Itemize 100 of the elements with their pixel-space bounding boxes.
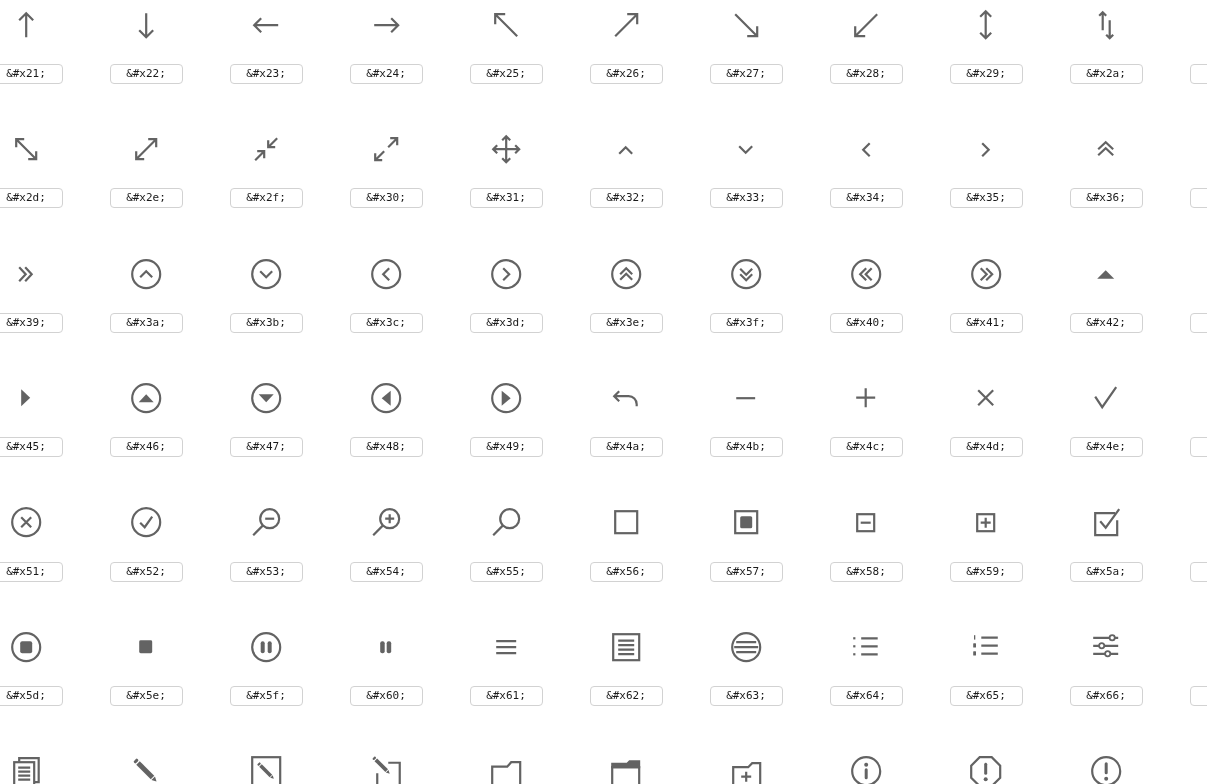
- folder-icon: [490, 761, 522, 784]
- circle-lines-icon: [730, 631, 762, 663]
- code-field[interactable]: &#x35;: [949, 188, 1023, 209]
- circle-triangle-down-icon: [250, 382, 282, 414]
- arrow-left-icon: [252, 16, 280, 34]
- code-field[interactable]: &#x55;: [469, 561, 543, 582]
- plus-icon: [855, 387, 877, 409]
- code-field[interactable]: &#x28;: [829, 64, 903, 84]
- code-field[interactable]: &#x3d;: [469, 312, 543, 333]
- code-field[interactable]: &#x4a;: [589, 437, 663, 458]
- square-minus-icon: [856, 512, 876, 533]
- code-field[interactable]: &#x5d;: [0, 685, 63, 706]
- pencil-box-icon: [370, 755, 401, 784]
- code-field[interactable]: &#x66;: [1069, 685, 1143, 706]
- code-field[interactable]: &#x5f;: [229, 685, 303, 706]
- code-field[interactable]: &#x21;: [0, 64, 63, 84]
- code-field[interactable]: &#x56;: [589, 561, 663, 582]
- code-field[interactable]: &#x29;: [949, 64, 1023, 84]
- pause-icon: [379, 639, 393, 655]
- code-field[interactable]: &#x3b;: [229, 312, 303, 333]
- code-field[interactable]: &#x53;: [229, 561, 303, 582]
- code-field[interactable]: &#x26;: [589, 64, 663, 84]
- code-field[interactable]: &#x63;: [709, 685, 783, 706]
- arrow-down-right-icon: [733, 12, 759, 38]
- folder-filled-tab-icon: [610, 759, 642, 784]
- code-field[interactable]: &#x64;: [829, 685, 903, 706]
- code-field[interactable]: &#x2f;: [229, 188, 303, 209]
- move-arrows-icon: [491, 135, 521, 164]
- code-field[interactable]: &#x51;: [0, 561, 63, 582]
- square-plus-icon: [976, 512, 996, 533]
- curved-arrow-left-icon: [613, 389, 639, 408]
- code-field[interactable]: &#x5a;: [1069, 561, 1143, 582]
- sliders-icon: [1092, 634, 1120, 658]
- code-field[interactable]: &#x40;: [829, 312, 903, 333]
- info-icon: [850, 756, 882, 784]
- document-lines-icon: [611, 632, 641, 662]
- code-field[interactable]: &#x25;: [469, 64, 543, 84]
- circle-double-chevron-down-icon: [730, 258, 762, 289]
- code-field[interactable]: &#x62;: [589, 685, 663, 706]
- code-field[interactable]: &#x3a;: [109, 312, 183, 333]
- code-field[interactable]: &#x58;: [829, 561, 903, 582]
- zoom-in-icon: [371, 508, 401, 537]
- code-field[interactable]: &#x57;: [709, 561, 783, 582]
- code-field[interactable]: &#x2a;: [1069, 64, 1143, 84]
- code-field[interactable]: &#x4b;: [709, 437, 783, 458]
- circle-double-chevron-left-icon: [850, 258, 882, 289]
- code-field[interactable]: &#x46;: [109, 437, 183, 458]
- code-field[interactable]: &#x34;: [829, 188, 903, 209]
- code-field[interactable]: &#x42;: [1069, 312, 1143, 333]
- code-field[interactable]: &#x49;: [469, 437, 543, 458]
- code-field[interactable]: &#x31;: [469, 188, 543, 209]
- code-field[interactable]: &#x33;: [709, 188, 783, 209]
- code-field[interactable]: &#x3f;: [709, 312, 783, 333]
- triangle-right-icon: [20, 388, 32, 408]
- circle-chevron-right-icon: [490, 258, 522, 289]
- code-field[interactable]: &#x22;: [109, 64, 183, 84]
- code-field[interactable]: &#x32;: [589, 188, 663, 209]
- code-field[interactable]: &#x45;: [0, 437, 63, 458]
- code-field[interactable]: &#x5e;: [109, 685, 183, 706]
- code-field[interactable]: &#x65;: [949, 685, 1023, 706]
- double-arrow-vertical-icon: [979, 10, 993, 40]
- arrow-up-icon: [17, 11, 35, 39]
- circle-double-chevron-up-icon: [610, 258, 642, 289]
- checked-box-icon: [1093, 508, 1121, 537]
- code-field[interactable]: &#x47;: [229, 437, 303, 458]
- code-field[interactable]: &#x23;: [229, 64, 303, 84]
- code-field[interactable]: &#x4e;: [1069, 437, 1143, 458]
- code-field[interactable]: &#x4c;: [829, 437, 903, 458]
- code-field[interactable]: &#x54;: [349, 561, 423, 582]
- code-field[interactable]: &#x3e;: [589, 312, 663, 333]
- code-field[interactable]: &#x39;: [0, 312, 63, 333]
- circle-chevron-up-icon: [130, 258, 162, 289]
- arrow-up-right-icon: [613, 12, 639, 38]
- chevron-right-icon: [981, 141, 991, 158]
- code-field[interactable]: &#x27;: [709, 64, 783, 84]
- code-field[interactable]: &#x41;: [949, 312, 1023, 333]
- chevron-left-icon: [861, 141, 871, 158]
- double-arrow-diagonal-up-icon: [134, 138, 158, 161]
- stop-icon: [138, 639, 154, 655]
- circle-checkmark-icon: [130, 507, 162, 538]
- code-field[interactable]: &#x48;: [349, 437, 423, 458]
- double-arrow-diagonal-down-icon: [14, 138, 38, 161]
- circle-triangle-right-icon: [490, 382, 522, 414]
- code-field[interactable]: &#x24;: [349, 64, 423, 84]
- code-field[interactable]: &#x2e;: [109, 188, 183, 209]
- code-field[interactable]: &#x36;: [1069, 188, 1143, 209]
- circle-x-icon: [10, 507, 42, 538]
- double-chevron-up-icon: [1097, 141, 1115, 157]
- code-field[interactable]: &#x30;: [349, 188, 423, 209]
- code-field[interactable]: &#x61;: [469, 685, 543, 706]
- code-field[interactable]: &#x52;: [109, 561, 183, 582]
- code-field[interactable]: &#x4d;: [949, 437, 1023, 458]
- arrow-down-icon: [137, 11, 155, 39]
- code-field[interactable]: &#x59;: [949, 561, 1023, 582]
- code-field[interactable]: &#x2d;: [0, 188, 63, 209]
- exclamation-octagon-icon: [970, 755, 1002, 784]
- documents-icon: [12, 757, 40, 784]
- code-field[interactable]: &#x60;: [349, 685, 423, 706]
- code-field[interactable]: &#x3c;: [349, 312, 423, 333]
- zoom-out-icon: [251, 508, 281, 537]
